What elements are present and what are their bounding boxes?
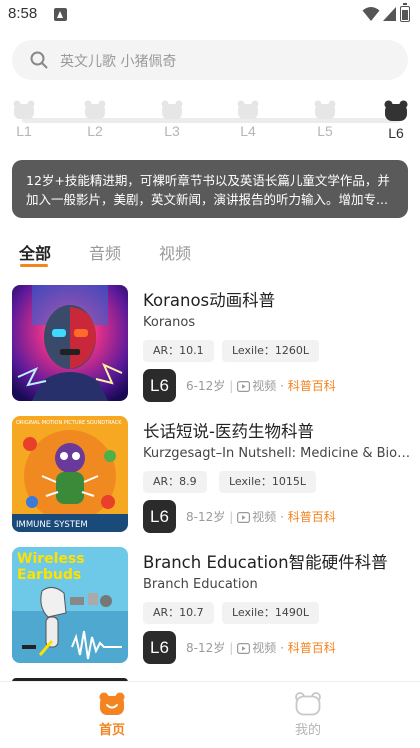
item-meta: 8-12岁 | 视频 · 科普百科 bbox=[186, 641, 336, 655]
list-item[interactable]: ORIGINAL MOTION PICTURE SOUNDTRACK IMMUN… bbox=[0, 416, 420, 536]
search-icon bbox=[30, 51, 48, 69]
lexile-tag: Lexile：1490L bbox=[222, 602, 320, 624]
level-description-card[interactable]: 12岁+技能精进期，可裸听章节书以及英语长篇儿童文学作品，并加入一般影片，美剧，… bbox=[12, 160, 408, 218]
video-icon bbox=[237, 512, 251, 523]
level-badge: L6 bbox=[143, 369, 176, 402]
level-character-icon bbox=[161, 100, 183, 119]
lexile-tag: Lexile：1015L bbox=[219, 471, 317, 493]
item-media-type: 视频 bbox=[252, 379, 277, 393]
item-author: Koranos bbox=[143, 315, 196, 330]
item-category: 科普百科 bbox=[287, 641, 336, 655]
item-title: Koranos动画科普 bbox=[143, 291, 276, 310]
item-age: 8-12岁 bbox=[186, 641, 226, 655]
level-L4[interactable]: L4 bbox=[228, 100, 268, 146]
nav-profile-label: 我的 bbox=[294, 723, 321, 738]
lexile-tag: Lexile：1260L bbox=[222, 340, 320, 362]
battery-icon bbox=[400, 3, 410, 22]
item-thumbnail[interactable] bbox=[12, 285, 128, 401]
meta-separator: | bbox=[229, 510, 234, 524]
level-label: L5 bbox=[317, 123, 333, 139]
level-L1[interactable]: L1 bbox=[4, 100, 44, 146]
tab-video[interactable]: 视频 bbox=[159, 240, 191, 264]
profile-icon bbox=[295, 692, 321, 716]
thumb-caption-line2: Earbuds bbox=[17, 567, 81, 583]
level-label: L6 bbox=[388, 125, 404, 141]
home-icon bbox=[99, 692, 125, 715]
level-L6[interactable]: L6 bbox=[376, 100, 416, 146]
item-meta: 6-12岁 | 视频 · 科普百科 bbox=[186, 379, 336, 393]
search-bar[interactable]: 英文儿歌 小猪佩奇 bbox=[12, 40, 408, 80]
level-L5[interactable]: L5 bbox=[305, 100, 345, 146]
ar-tag: AR：10.7 bbox=[143, 602, 214, 624]
level-label: L2 bbox=[87, 123, 103, 139]
item-age: 8-12岁 bbox=[186, 510, 226, 524]
item-category: 科普百科 bbox=[287, 379, 336, 393]
level-label: L3 bbox=[164, 123, 180, 139]
thumb-caption-line1: Wireless bbox=[17, 551, 85, 567]
video-icon bbox=[237, 381, 251, 392]
level-character-icon bbox=[384, 100, 408, 121]
video-icon bbox=[237, 643, 251, 654]
ar-tag: AR：8.9 bbox=[143, 471, 207, 493]
item-category: 科普百科 bbox=[287, 510, 336, 524]
app-notification-icon bbox=[54, 8, 67, 21]
bottom-navigation: 首页 我的 bbox=[0, 681, 420, 748]
status-bar: 8:58 bbox=[0, 0, 420, 30]
item-thumbnail[interactable]: Wireless Earbuds bbox=[12, 547, 128, 663]
item-age: 6-12岁 bbox=[186, 379, 226, 393]
level-label: L1 bbox=[16, 123, 32, 139]
tab-audio[interactable]: 音频 bbox=[89, 240, 121, 264]
meta-separator: | bbox=[229, 379, 234, 393]
nav-profile[interactable]: 我的 bbox=[268, 692, 348, 738]
list-item[interactable]: Wireless Earbuds Branch Education智能硬件科普 … bbox=[0, 547, 420, 667]
item-meta: 8-12岁 | 视频 · 科普百科 bbox=[186, 510, 336, 524]
nav-home-label: 首页 bbox=[98, 723, 125, 738]
search-placeholder: 英文儿歌 小猪佩奇 bbox=[60, 54, 177, 70]
ar-tag: AR：10.1 bbox=[143, 340, 214, 362]
level-character-icon bbox=[314, 100, 336, 119]
item-media-type: 视频 bbox=[252, 641, 277, 655]
content-tabs: 全部 音频 视频 bbox=[0, 236, 420, 270]
thumb-caption-bottom: IMMUNE SYSTEM bbox=[16, 520, 88, 530]
item-author: Branch Education bbox=[143, 577, 258, 592]
level-character-icon bbox=[237, 100, 259, 119]
level-L2[interactable]: L2 bbox=[75, 100, 115, 146]
meta-separator: | bbox=[229, 641, 234, 655]
level-L3[interactable]: L3 bbox=[152, 100, 192, 146]
level-character-icon bbox=[84, 100, 106, 119]
tab-all[interactable]: 全部 bbox=[19, 240, 51, 264]
signal-icon bbox=[383, 7, 396, 21]
item-media-type: 视频 bbox=[252, 510, 277, 524]
item-author: Kurzgesagt–In Nutshell: Medicine & Biolo… bbox=[143, 446, 411, 461]
level-character-icon bbox=[13, 100, 35, 119]
wifi-icon bbox=[362, 7, 380, 21]
level-description-text: 12岁+技能精进期，可裸听章节书以及英语长篇儿童文学作品，并加入一般影片，美剧，… bbox=[26, 173, 390, 207]
nav-home[interactable]: 首页 bbox=[72, 692, 152, 738]
thumb-caption-top: ORIGINAL MOTION PICTURE SOUNDTRACK bbox=[16, 420, 122, 426]
level-label: L4 bbox=[240, 123, 256, 139]
level-badge: L6 bbox=[143, 500, 176, 533]
level-badge: L6 bbox=[143, 631, 176, 664]
item-title: 长话短说-医药生物科普 bbox=[143, 422, 314, 441]
list-item[interactable]: Koranos动画科普 Koranos AR：10.1 Lexile：1260L… bbox=[0, 285, 420, 405]
item-thumbnail[interactable]: ORIGINAL MOTION PICTURE SOUNDTRACK IMMUN… bbox=[12, 416, 128, 532]
status-time: 8:58 bbox=[8, 5, 38, 22]
tab-active-indicator bbox=[20, 264, 48, 267]
item-title: Branch Education智能硬件科普 bbox=[143, 553, 388, 572]
